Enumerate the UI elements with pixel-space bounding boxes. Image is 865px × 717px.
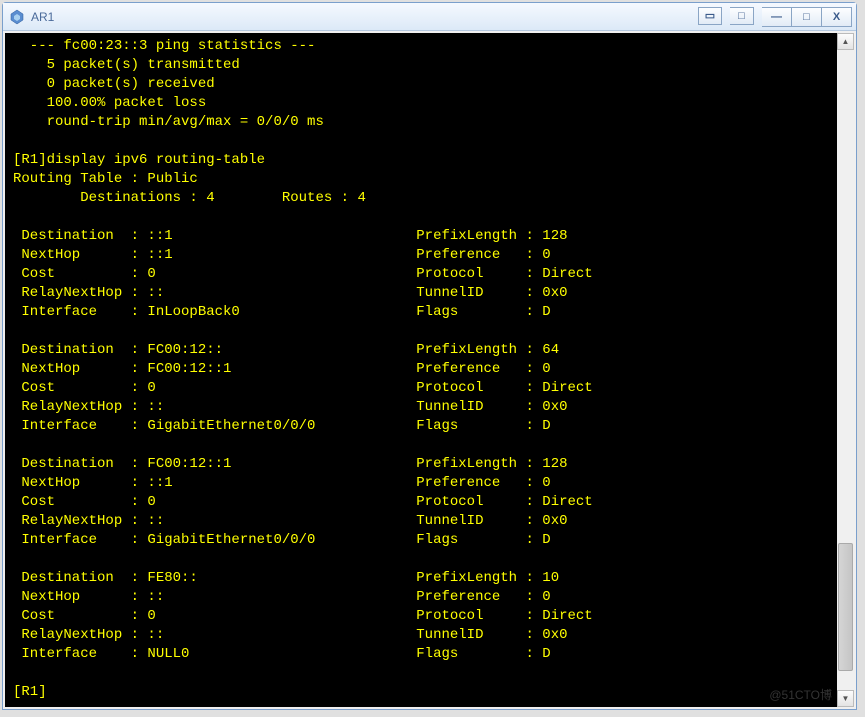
window-frame: AR1 ▭ □ — □ X --- fc00:23::3 ping statis… (2, 2, 857, 710)
scroll-thumb[interactable] (838, 543, 853, 671)
titlebar[interactable]: AR1 ▭ □ — □ X (3, 3, 856, 31)
maximize-button[interactable]: □ (792, 7, 822, 27)
scrollbar[interactable]: ▲ ▼ (837, 33, 854, 707)
scroll-track[interactable] (837, 50, 854, 690)
window-controls: ▭ □ — □ X (698, 7, 852, 27)
terminal-output[interactable]: --- fc00:23::3 ping statistics --- 5 pac… (5, 33, 837, 707)
terminal-container: --- fc00:23::3 ping statistics --- 5 pac… (3, 31, 856, 709)
close-button[interactable]: X (822, 7, 852, 27)
scroll-down-button[interactable]: ▼ (837, 690, 854, 707)
scroll-up-button[interactable]: ▲ (837, 33, 854, 50)
watermark-text: @51CTO博 (769, 686, 832, 703)
window-title: AR1 (31, 10, 698, 24)
minimize-button[interactable]: — (762, 7, 792, 27)
option-button-1[interactable]: ▭ (698, 7, 722, 25)
app-icon (9, 9, 25, 25)
option-button-2[interactable]: □ (730, 7, 754, 25)
